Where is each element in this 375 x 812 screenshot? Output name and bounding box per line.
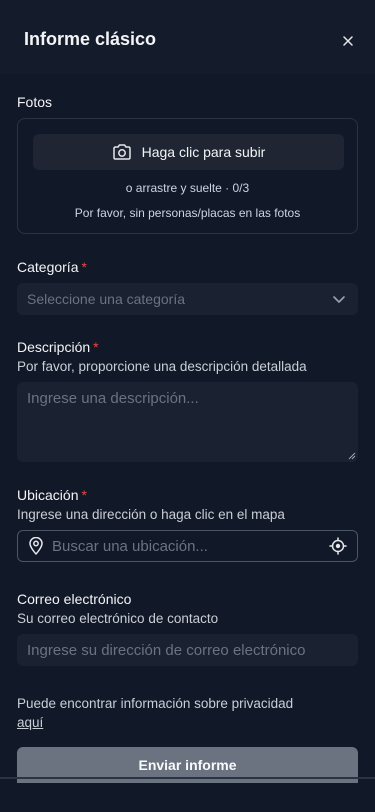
- photos-label: Fotos: [17, 94, 53, 110]
- category-section: Categoría * Seleccione una categoría: [17, 259, 358, 315]
- map-pin-icon: [29, 537, 43, 555]
- photo-note: Por favor, sin personas/placas en las fo…: [74, 206, 301, 220]
- email-hint: Su correo electrónico de contacto: [17, 611, 219, 626]
- description-textarea[interactable]: Ingrese una descripción...: [17, 382, 358, 462]
- photo-dropzone[interactable]: Haga clic para subir o arrastre y suelte…: [17, 118, 358, 234]
- camera-icon: [112, 144, 131, 160]
- privacy-notice: Puede encontrar información sobre privac…: [17, 694, 358, 732]
- required-asterisk: *: [93, 339, 99, 355]
- category-label: Categoría *: [17, 259, 87, 275]
- close-icon[interactable]: [341, 34, 355, 48]
- required-asterisk: *: [81, 259, 87, 275]
- category-placeholder: Seleccione una categoría: [27, 291, 185, 307]
- email-label: Correo electrónico: [17, 591, 132, 607]
- chevron-down-icon: [333, 296, 345, 303]
- location-label: Ubicación *: [17, 487, 87, 503]
- location-search-input[interactable]: Buscar una ubicación...: [17, 530, 358, 562]
- photos-section: Fotos Haga clic para subir o arrastre y …: [17, 94, 358, 234]
- location-hint: Ingrese una dirección o haga clic en el …: [17, 507, 285, 522]
- email-section: Correo electrónico Su correo electrónico…: [17, 591, 358, 666]
- resize-handle-icon[interactable]: [348, 452, 356, 460]
- locate-me-icon[interactable]: [329, 537, 347, 555]
- privacy-link[interactable]: aquí: [17, 715, 43, 730]
- email-placeholder: Ingrese su dirección de correo electróni…: [27, 641, 306, 659]
- footer-divider: [0, 777, 375, 779]
- upload-button[interactable]: Haga clic para subir: [33, 134, 344, 170]
- description-placeholder: Ingrese una descripción...: [27, 390, 199, 407]
- category-select[interactable]: Seleccione una categoría: [17, 283, 358, 315]
- description-label: Descripción *: [17, 339, 99, 355]
- location-section: Ubicación * Ingrese una dirección o haga …: [17, 487, 358, 562]
- location-placeholder: Buscar una ubicación...: [52, 537, 208, 555]
- drag-text: o arrastre y suelte · 0/3: [125, 181, 250, 195]
- upload-label: Haga clic para subir: [141, 144, 266, 160]
- email-field[interactable]: Ingrese su dirección de correo electróni…: [17, 634, 358, 666]
- dialog-title: Informe clásico: [24, 29, 157, 49]
- privacy-text: Puede encontrar información sobre privac…: [17, 696, 294, 711]
- required-asterisk: *: [81, 487, 87, 503]
- description-hint: Por favor, proporcione una descripción d…: [17, 359, 307, 374]
- dialog-header: Informe clásico: [0, 0, 375, 74]
- description-section: Descripción * Por favor, proporcione una …: [17, 339, 358, 462]
